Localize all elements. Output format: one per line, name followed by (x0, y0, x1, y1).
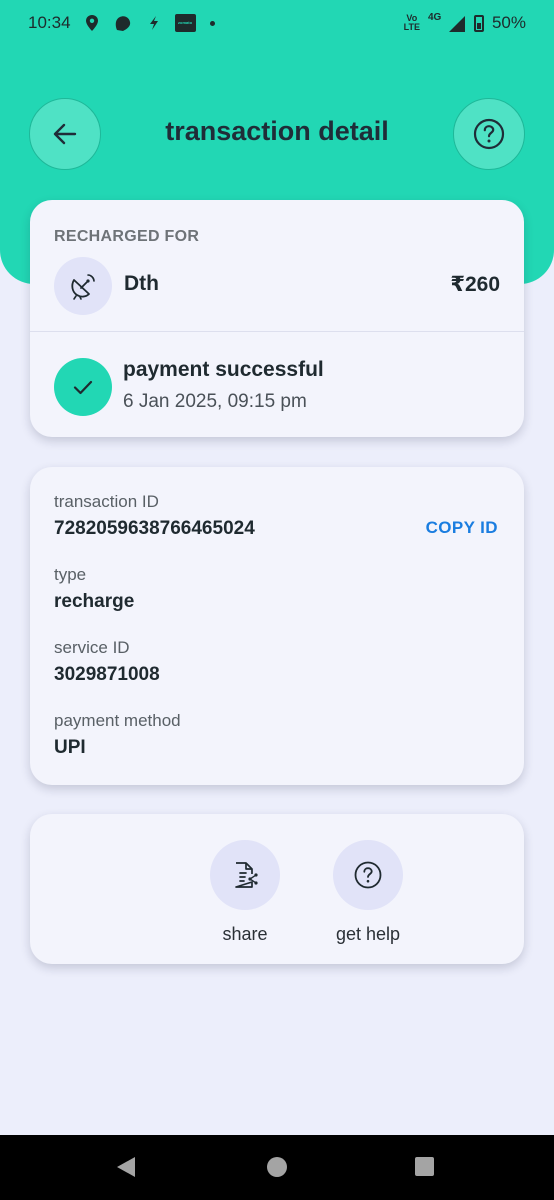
bolt-icon (147, 15, 161, 31)
copy-id-button[interactable]: COPY ID (426, 518, 498, 538)
divider (30, 331, 524, 332)
share-label: share (222, 924, 268, 944)
share-icon-container (210, 840, 280, 910)
nav-home-icon[interactable] (267, 1157, 287, 1177)
details-card: transaction ID 7282059638766465024 COPY … (30, 467, 524, 785)
swiggy-icon (113, 13, 133, 33)
get-help-icon-container (333, 840, 403, 910)
status-time: 10:34 (28, 13, 71, 32)
signal-icon: 4G (428, 12, 466, 34)
type-label: type (54, 565, 87, 584)
transaction-id-value: 7282059638766465024 (54, 518, 255, 539)
navigation-bar (0, 1135, 554, 1200)
location-pin-icon (85, 14, 99, 32)
payment-method-label: payment method (54, 711, 181, 730)
recharged-for-label: RECHARGED FOR (54, 228, 200, 245)
share-button[interactable]: share (190, 840, 300, 945)
success-icon-container (54, 358, 112, 416)
help-button[interactable] (453, 98, 525, 170)
nav-recents-icon[interactable] (415, 1157, 434, 1176)
zomato-icon: zomato (174, 14, 196, 32)
battery-percent: 50% (491, 13, 526, 32)
dot-icon (209, 20, 215, 26)
payment-datetime: 6 Jan 2025, 09:15 pm (123, 391, 307, 412)
recharge-card: RECHARGED FOR Dth ₹260 payment successfu… (30, 200, 524, 437)
amount: ₹260 (450, 273, 500, 296)
checkmark-icon (73, 380, 93, 395)
type-value: recharge (54, 591, 135, 612)
battery-icon (473, 14, 484, 32)
payment-status: payment successful (123, 358, 324, 381)
question-circle-icon (473, 118, 505, 150)
share-document-icon (235, 862, 258, 888)
dth-icon-container (54, 257, 112, 315)
get-help-label: get help (335, 924, 401, 944)
question-circle-icon (354, 861, 382, 889)
service-id-label: service ID (54, 638, 130, 657)
volte-icon: Vo LTE (403, 13, 420, 32)
transaction-id-label: transaction ID (54, 492, 159, 511)
status-bar: 10:34 zomato Vo LTE 4G 50% (0, 0, 554, 46)
header: transaction detail (0, 98, 554, 172)
service-id-value: 3029871008 (54, 664, 160, 685)
get-help-button[interactable]: get help (313, 840, 423, 945)
service-name: Dth (124, 272, 159, 295)
payment-method-value: UPI (54, 737, 86, 758)
nav-back-icon[interactable] (117, 1157, 135, 1177)
network-type: 4G (427, 12, 442, 23)
actions-card: share get help (30, 814, 524, 964)
satellite-dish-icon (71, 274, 95, 300)
